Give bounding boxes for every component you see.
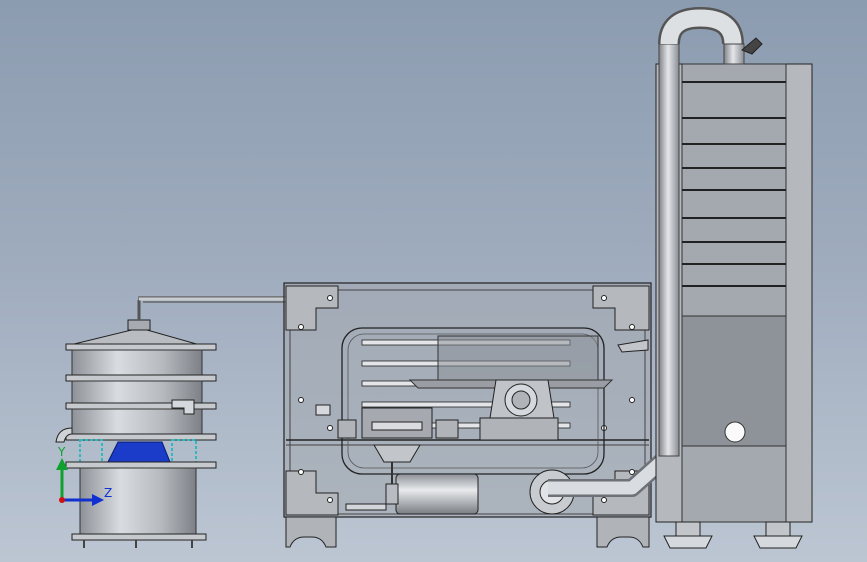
machine-cabinet[interactable] [283,282,652,548]
springs-left [79,439,103,465]
pedestal-base [479,417,559,441]
cad-viewport[interactable]: Y Z [0,0,867,562]
cabinet-leg-right [596,516,650,548]
cad-drawing: Y Z [55,6,813,549]
base-flange [65,461,217,469]
tower-foot-right [753,535,803,549]
drain-pipe [345,503,387,511]
x-axis-dot [59,497,65,503]
y-axis-label: Y [57,445,66,459]
screen-lid-flange [65,343,217,351]
clamp-left [337,419,357,439]
sensor-box [315,404,331,416]
cabinet-leg-left [285,516,337,548]
z-axis-label: Z [104,486,112,500]
tower-base-panel [681,445,787,523]
clamp-right [435,419,459,439]
screen-flange-1 [65,374,217,382]
vibrating-screen[interactable] [55,300,217,548]
drying-tower[interactable] [655,6,813,549]
tower-foot-left [663,535,713,549]
springs-right [171,439,197,465]
drive-motor [395,473,479,515]
inspection-port [724,421,746,443]
tower-column-right [785,63,813,523]
riser-pipe [658,43,680,457]
screen-dome [69,327,201,346]
screen-frame-lower [71,408,203,436]
vibration-motor [107,441,171,463]
screen-frame-upper [71,349,203,377]
downcomer [723,43,745,65]
dome-outlet [127,319,151,331]
vent-cap [741,37,763,55]
base-foot-ring [71,533,207,541]
